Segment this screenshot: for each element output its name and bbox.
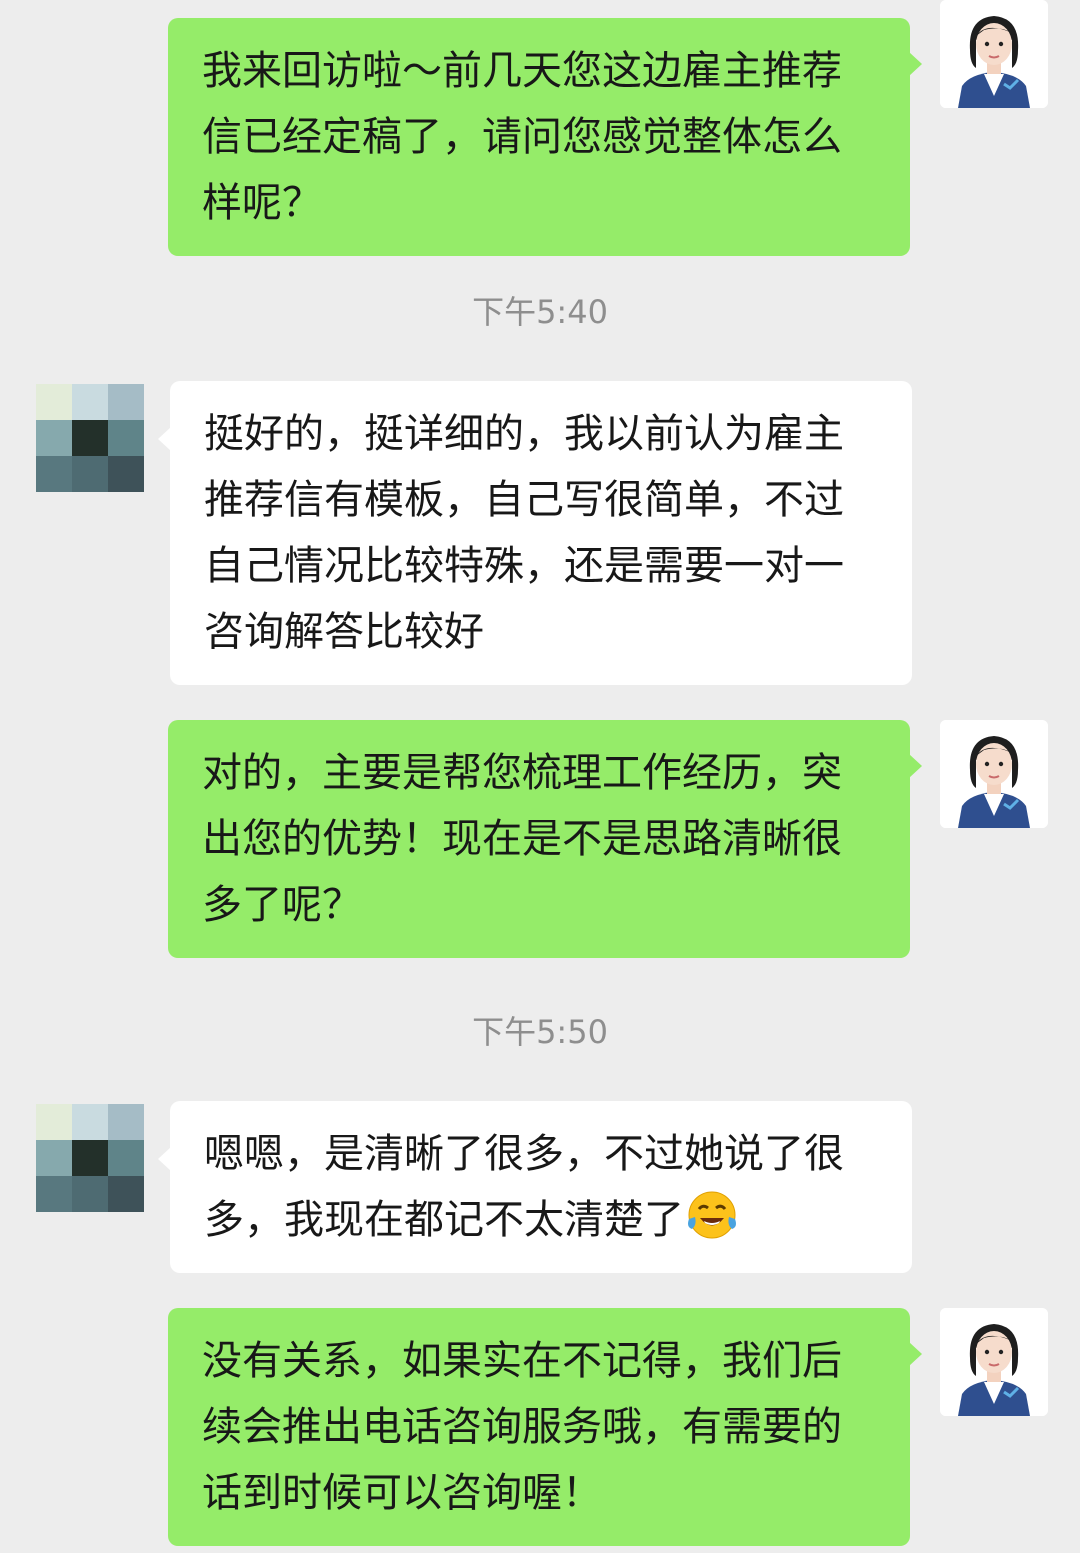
agent-avatar-icon[interactable] <box>940 0 1048 108</box>
user-avatar[interactable] <box>36 1104 144 1212</box>
message-text: 嗯嗯，是清晰了很多，不过她说了很多，我现在都记不太清楚了 <box>204 1131 844 1243</box>
agent-avatar-icon[interactable] <box>940 720 1048 828</box>
timestamp: 下午5:50 <box>472 1013 608 1051</box>
agent-avatar-icon[interactable] <box>940 1308 1048 1416</box>
message-text: 挺好的，挺详细的，我以前认为雇主推荐信有模板，自己写很简单，不过自己情况比较特殊… <box>204 411 844 655</box>
message-bubble-incoming[interactable]: 挺好的，挺详细的，我以前认为雇主推荐信有模板，自己写很简单，不过自己情况比较特殊… <box>158 381 912 685</box>
message-bubble-outgoing[interactable]: 对的，主要是帮您梳理工作经历，突出您的优势！现在是不是思路清晰很多了呢？ <box>168 720 922 958</box>
timestamp: 下午5:40 <box>472 293 608 331</box>
user-avatar[interactable] <box>36 384 144 492</box>
message-text: 没有关系，如果实在不记得，我们后续会推出电话咨询服务哦，有需要的话到时候可以咨询… <box>202 1338 842 1516</box>
chat-window: 我来回访啦～前几天您这边雇主推荐信已经定稿了，请问您感觉整体怎么样呢？ 下午5:… <box>0 0 1080 1553</box>
message-bubble-outgoing[interactable]: 我来回访啦～前几天您这边雇主推荐信已经定稿了，请问您感觉整体怎么样呢？ <box>168 18 922 256</box>
message-text: 对的，主要是帮您梳理工作经历，突出您的优势！现在是不是思路清晰很多了呢？ <box>202 750 842 928</box>
message-bubble-outgoing[interactable]: 没有关系，如果实在不记得，我们后续会推出电话咨询服务哦，有需要的话到时候可以咨询… <box>168 1308 922 1546</box>
message-text: 我来回访啦～前几天您这边雇主推荐信已经定稿了，请问您感觉整体怎么样呢？ <box>202 48 842 226</box>
message-bubble-incoming[interactable]: 嗯嗯，是清晰了很多，不过她说了很多，我现在都记不太清楚了 <box>158 1101 912 1273</box>
face-with-tears-of-joy-icon <box>688 1191 736 1239</box>
